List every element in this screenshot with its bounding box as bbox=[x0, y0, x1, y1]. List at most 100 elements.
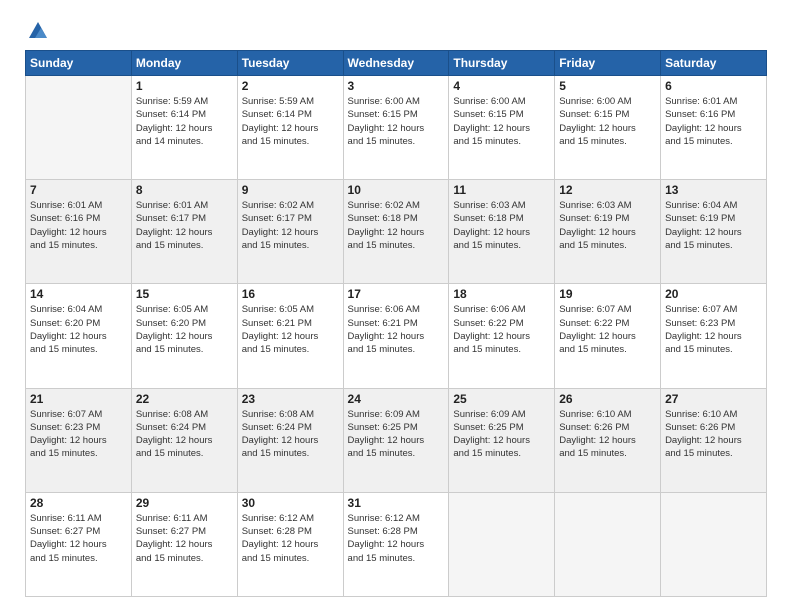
day-info: Sunrise: 6:00 AM Sunset: 6:15 PM Dayligh… bbox=[348, 95, 445, 148]
calendar-cell: 26 Sunrise: 6:10 AM Sunset: 6:26 PM Dayli… bbox=[555, 388, 661, 492]
logo bbox=[25, 20, 49, 38]
day-number: 4 bbox=[453, 79, 550, 93]
day-number: 16 bbox=[242, 287, 339, 301]
calendar-cell: 23 Sunrise: 6:08 AM Sunset: 6:24 PM Dayli… bbox=[237, 388, 343, 492]
day-info: Sunrise: 6:07 AM Sunset: 6:22 PM Dayligh… bbox=[559, 303, 656, 356]
day-number: 9 bbox=[242, 183, 339, 197]
day-info: Sunrise: 5:59 AM Sunset: 6:14 PM Dayligh… bbox=[136, 95, 233, 148]
calendar-cell: 17Sunrise: 6:06 AM Sunset: 6:21 PM Dayli… bbox=[343, 284, 449, 388]
day-number: 7 bbox=[30, 183, 127, 197]
day-info: Sunrise: 6:10 AM Sunset: 6:26 PM Dayligh… bbox=[559, 408, 656, 461]
day-number: 24 bbox=[348, 392, 445, 406]
calendar-cell: 10 Sunrise: 6:02 AM Sunset: 6:18 PM Dayli… bbox=[343, 180, 449, 284]
calendar-cell: 1 Sunrise: 5:59 AM Sunset: 6:14 PM Daylig… bbox=[131, 76, 237, 180]
day-info: Sunrise: 6:03 AM Sunset: 6:18 PM Dayligh… bbox=[453, 199, 550, 252]
calendar-cell: 11 Sunrise: 6:03 AM Sunset: 6:18 PM Dayli… bbox=[449, 180, 555, 284]
day-info: Sunrise: 6:07 AM Sunset: 6:23 PM Dayligh… bbox=[30, 408, 127, 461]
day-info: Sunrise: 6:05 AM Sunset: 6:20 PM Dayligh… bbox=[136, 303, 233, 356]
calendar-week-row: 28 Sunrise: 6:11 AM Sunset: 6:27 PM Dayli… bbox=[26, 492, 767, 596]
calendar-cell bbox=[661, 492, 767, 596]
weekday-header-saturday: Saturday bbox=[661, 51, 767, 76]
calendar-cell bbox=[555, 492, 661, 596]
day-number: 17 bbox=[348, 287, 445, 301]
day-number: 30 bbox=[242, 496, 339, 510]
weekday-header-thursday: Thursday bbox=[449, 51, 555, 76]
calendar-cell: 2 Sunrise: 5:59 AM Sunset: 6:14 PM Daylig… bbox=[237, 76, 343, 180]
calendar-cell: 7 Sunrise: 6:01 AM Sunset: 6:16 PM Daylig… bbox=[26, 180, 132, 284]
calendar-week-row: 14Sunrise: 6:04 AM Sunset: 6:20 PM Dayli… bbox=[26, 284, 767, 388]
day-info: Sunrise: 6:00 AM Sunset: 6:15 PM Dayligh… bbox=[559, 95, 656, 148]
calendar-cell: 14Sunrise: 6:04 AM Sunset: 6:20 PM Dayli… bbox=[26, 284, 132, 388]
calendar-cell: 6 Sunrise: 6:01 AM Sunset: 6:16 PM Daylig… bbox=[661, 76, 767, 180]
day-number: 26 bbox=[559, 392, 656, 406]
day-info: Sunrise: 6:08 AM Sunset: 6:24 PM Dayligh… bbox=[242, 408, 339, 461]
calendar-cell: 16Sunrise: 6:05 AM Sunset: 6:21 PM Dayli… bbox=[237, 284, 343, 388]
page: SundayMondayTuesdayWednesdayThursdayFrid… bbox=[0, 0, 792, 612]
day-number: 23 bbox=[242, 392, 339, 406]
day-info: Sunrise: 6:02 AM Sunset: 6:18 PM Dayligh… bbox=[348, 199, 445, 252]
day-number: 10 bbox=[348, 183, 445, 197]
day-number: 3 bbox=[348, 79, 445, 93]
calendar-week-row: 1 Sunrise: 5:59 AM Sunset: 6:14 PM Daylig… bbox=[26, 76, 767, 180]
calendar-cell bbox=[26, 76, 132, 180]
day-number: 28 bbox=[30, 496, 127, 510]
day-info: Sunrise: 6:02 AM Sunset: 6:17 PM Dayligh… bbox=[242, 199, 339, 252]
day-number: 21 bbox=[30, 392, 127, 406]
day-info: Sunrise: 6:04 AM Sunset: 6:19 PM Dayligh… bbox=[665, 199, 762, 252]
day-info: Sunrise: 6:00 AM Sunset: 6:15 PM Dayligh… bbox=[453, 95, 550, 148]
calendar-week-row: 21 Sunrise: 6:07 AM Sunset: 6:23 PM Dayli… bbox=[26, 388, 767, 492]
day-info: Sunrise: 6:04 AM Sunset: 6:20 PM Dayligh… bbox=[30, 303, 127, 356]
calendar-cell: 15 Sunrise: 6:05 AM Sunset: 6:20 PM Dayli… bbox=[131, 284, 237, 388]
day-number: 11 bbox=[453, 183, 550, 197]
day-info: Sunrise: 6:09 AM Sunset: 6:25 PM Dayligh… bbox=[453, 408, 550, 461]
calendar-cell: 13 Sunrise: 6:04 AM Sunset: 6:19 PM Dayli… bbox=[661, 180, 767, 284]
day-number: 22 bbox=[136, 392, 233, 406]
calendar-cell: 8Sunrise: 6:01 AM Sunset: 6:17 PM Daylig… bbox=[131, 180, 237, 284]
day-info: Sunrise: 6:09 AM Sunset: 6:25 PM Dayligh… bbox=[348, 408, 445, 461]
logo-icon bbox=[27, 20, 49, 42]
day-number: 2 bbox=[242, 79, 339, 93]
day-number: 25 bbox=[453, 392, 550, 406]
calendar-cell: 24 Sunrise: 6:09 AM Sunset: 6:25 PM Dayli… bbox=[343, 388, 449, 492]
day-info: Sunrise: 6:11 AM Sunset: 6:27 PM Dayligh… bbox=[136, 512, 233, 565]
day-number: 12 bbox=[559, 183, 656, 197]
day-number: 27 bbox=[665, 392, 762, 406]
calendar-cell: 25 Sunrise: 6:09 AM Sunset: 6:25 PM Dayli… bbox=[449, 388, 555, 492]
day-info: Sunrise: 6:06 AM Sunset: 6:22 PM Dayligh… bbox=[453, 303, 550, 356]
day-info: Sunrise: 6:12 AM Sunset: 6:28 PM Dayligh… bbox=[348, 512, 445, 565]
day-info: Sunrise: 6:08 AM Sunset: 6:24 PM Dayligh… bbox=[136, 408, 233, 461]
calendar-cell: 3 Sunrise: 6:00 AM Sunset: 6:15 PM Daylig… bbox=[343, 76, 449, 180]
day-number: 6 bbox=[665, 79, 762, 93]
calendar-cell: 5 Sunrise: 6:00 AM Sunset: 6:15 PM Daylig… bbox=[555, 76, 661, 180]
header bbox=[25, 20, 767, 38]
calendar-cell: 4 Sunrise: 6:00 AM Sunset: 6:15 PM Daylig… bbox=[449, 76, 555, 180]
day-number: 18 bbox=[453, 287, 550, 301]
day-number: 13 bbox=[665, 183, 762, 197]
day-number: 29 bbox=[136, 496, 233, 510]
calendar-cell: 9 Sunrise: 6:02 AM Sunset: 6:17 PM Daylig… bbox=[237, 180, 343, 284]
day-info: Sunrise: 6:01 AM Sunset: 6:17 PM Dayligh… bbox=[136, 199, 233, 252]
calendar-cell: 28 Sunrise: 6:11 AM Sunset: 6:27 PM Dayli… bbox=[26, 492, 132, 596]
calendar-cell: 22 Sunrise: 6:08 AM Sunset: 6:24 PM Dayli… bbox=[131, 388, 237, 492]
calendar-cell: 18 Sunrise: 6:06 AM Sunset: 6:22 PM Dayli… bbox=[449, 284, 555, 388]
weekday-header-friday: Friday bbox=[555, 51, 661, 76]
weekday-header-sunday: Sunday bbox=[26, 51, 132, 76]
day-info: Sunrise: 6:01 AM Sunset: 6:16 PM Dayligh… bbox=[665, 95, 762, 148]
day-info: Sunrise: 6:11 AM Sunset: 6:27 PM Dayligh… bbox=[30, 512, 127, 565]
calendar-cell: 12Sunrise: 6:03 AM Sunset: 6:19 PM Dayli… bbox=[555, 180, 661, 284]
calendar-cell: 19Sunrise: 6:07 AM Sunset: 6:22 PM Dayli… bbox=[555, 284, 661, 388]
day-number: 20 bbox=[665, 287, 762, 301]
day-number: 31 bbox=[348, 496, 445, 510]
calendar-cell bbox=[449, 492, 555, 596]
day-number: 1 bbox=[136, 79, 233, 93]
day-info: Sunrise: 5:59 AM Sunset: 6:14 PM Dayligh… bbox=[242, 95, 339, 148]
day-info: Sunrise: 6:01 AM Sunset: 6:16 PM Dayligh… bbox=[30, 199, 127, 252]
calendar-cell: 30 Sunrise: 6:12 AM Sunset: 6:28 PM Dayli… bbox=[237, 492, 343, 596]
day-number: 15 bbox=[136, 287, 233, 301]
day-number: 5 bbox=[559, 79, 656, 93]
calendar-table: SundayMondayTuesdayWednesdayThursdayFrid… bbox=[25, 50, 767, 597]
weekday-header-tuesday: Tuesday bbox=[237, 51, 343, 76]
weekday-header-monday: Monday bbox=[131, 51, 237, 76]
weekday-header-wednesday: Wednesday bbox=[343, 51, 449, 76]
day-info: Sunrise: 6:12 AM Sunset: 6:28 PM Dayligh… bbox=[242, 512, 339, 565]
